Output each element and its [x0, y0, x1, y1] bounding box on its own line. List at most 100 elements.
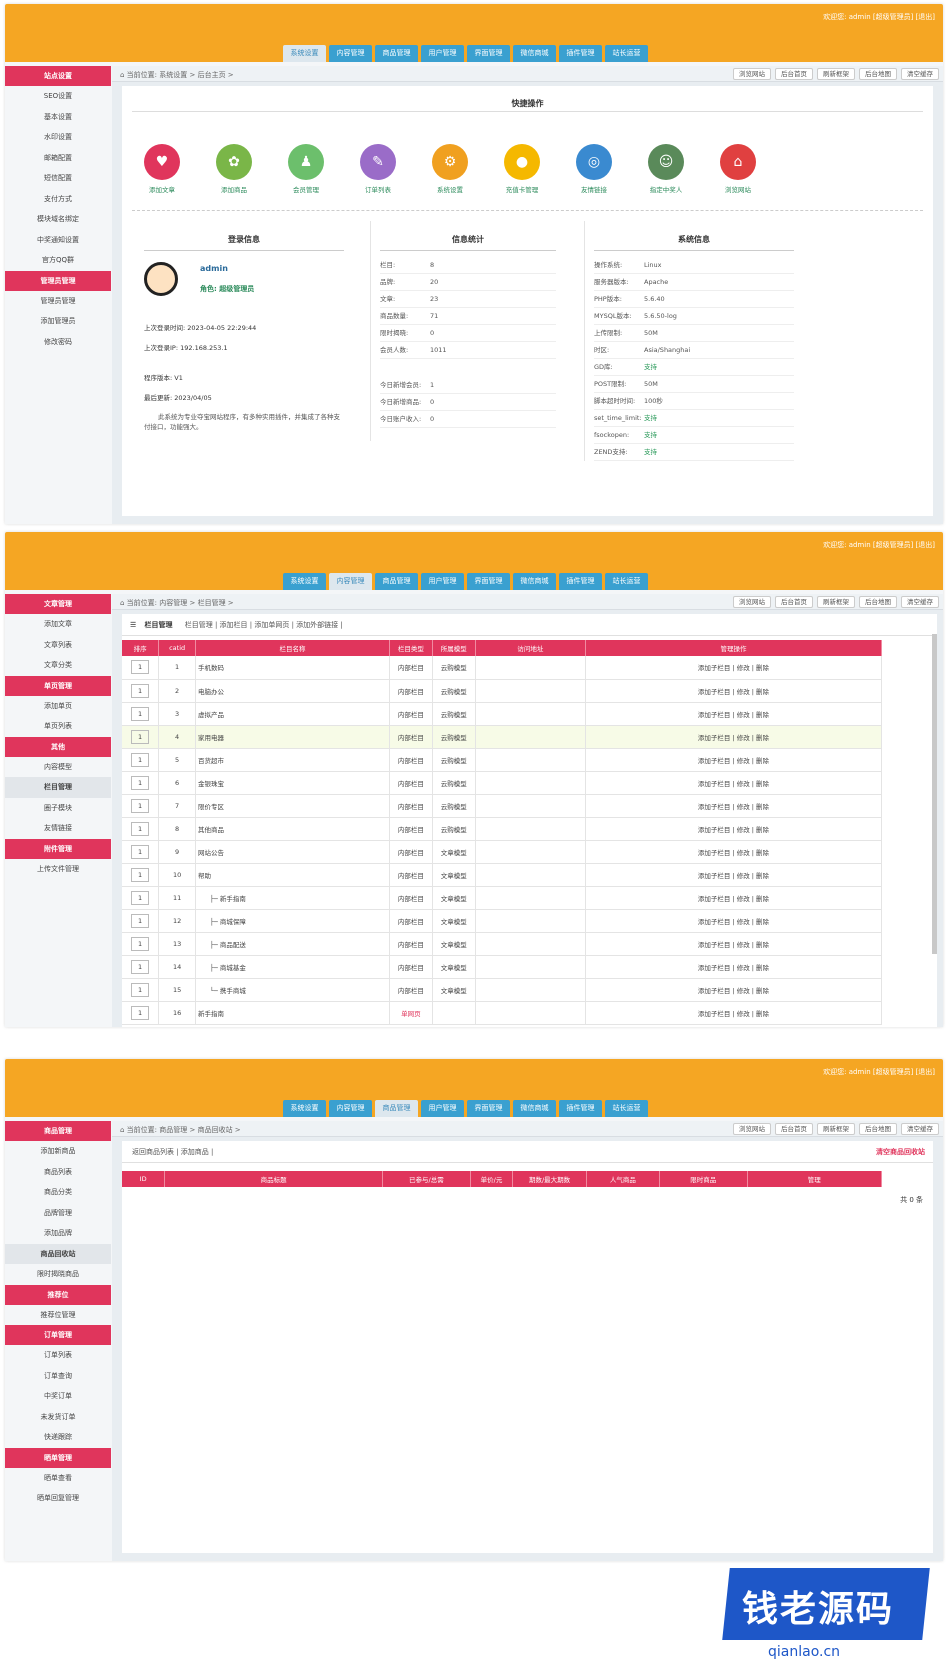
- recycle-links[interactable]: 返回商品列表 | 添加商品 |: [132, 1148, 213, 1156]
- sidebar-item-15[interactable]: 快递跟踪: [5, 1427, 111, 1448]
- tab-6[interactable]: 插件管理: [559, 573, 602, 590]
- ops-cell[interactable]: 添加子栏目 | 修改 | 删除: [585, 886, 883, 910]
- order-input[interactable]: 1: [131, 683, 150, 698]
- sidebar-item-5[interactable]: 短信配置: [5, 168, 111, 189]
- sidebar-section-0[interactable]: 商品管理: [5, 1121, 111, 1141]
- sidebar-item-8[interactable]: 内容模型: [5, 757, 111, 778]
- sidebar-section-0[interactable]: 站点设置: [5, 66, 111, 86]
- ops-cell[interactable]: 添加子栏目 | 修改 | 删除: [585, 863, 883, 887]
- sidebar-section-0[interactable]: 文章管理: [5, 594, 111, 614]
- order-input[interactable]: 1: [131, 913, 150, 928]
- tab-3[interactable]: 用户管理: [421, 573, 464, 590]
- sidebar-item-12[interactable]: 订单查询: [5, 1366, 111, 1387]
- tab-0[interactable]: 系统设置: [283, 573, 326, 590]
- tab-2[interactable]: 商品管理: [375, 1100, 418, 1117]
- tab-2[interactable]: 商品管理: [375, 45, 418, 62]
- sidebar-item-3[interactable]: 水印设置: [5, 127, 111, 148]
- sidebar-item-1[interactable]: 添加新商品: [5, 1141, 111, 1162]
- sidebar-item-6[interactable]: 支付方式: [5, 189, 111, 210]
- sidebar-item-11[interactable]: 订单列表: [5, 1345, 111, 1366]
- clear-recycle-button[interactable]: 清空商品回收站: [876, 1141, 925, 1163]
- sidebar-item-11[interactable]: 管理员管理: [5, 291, 111, 312]
- sidebar-section-8[interactable]: 推荐位: [5, 1284, 111, 1305]
- ops-cell[interactable]: 添加子栏目 | 修改 | 删除: [585, 978, 883, 1002]
- order-input[interactable]: 1: [131, 936, 150, 951]
- quick-button-2[interactable]: 刷新框架: [817, 1123, 855, 1135]
- sidebar-item-13[interactable]: 上传文件管理: [5, 859, 111, 880]
- sidebar-item-2[interactable]: 文章列表: [5, 635, 111, 656]
- order-input[interactable]: 1: [131, 821, 150, 836]
- quick-button-2[interactable]: 刷新框架: [817, 68, 855, 80]
- tab-1[interactable]: 内容管理: [329, 45, 372, 62]
- quick-button-0[interactable]: 浏览网站: [733, 1123, 771, 1135]
- quick-icon-1[interactable]: ✿ 添加商品: [214, 144, 254, 194]
- tab-4[interactable]: 界面管理: [467, 1100, 510, 1117]
- order-input[interactable]: 1: [131, 890, 150, 905]
- quick-icon-7[interactable]: ☺ 指定中奖人: [646, 144, 686, 194]
- sidebar-item-1[interactable]: SEO设置: [5, 86, 111, 107]
- ops-cell[interactable]: 添加子栏目 | 修改 | 删除: [585, 955, 883, 979]
- tab-6[interactable]: 插件管理: [559, 45, 602, 62]
- quick-button-3[interactable]: 后台地图: [859, 68, 897, 80]
- order-input[interactable]: 1: [131, 752, 150, 767]
- ops-cell[interactable]: 添加子栏目 | 修改 | 删除: [585, 748, 883, 772]
- sidebar-section-4[interactable]: 单页管理: [5, 675, 111, 696]
- quick-button-2[interactable]: 刷新框架: [817, 596, 855, 608]
- quick-button-3[interactable]: 后台地图: [859, 1123, 897, 1135]
- quick-icon-8[interactable]: ⌂ 浏览网站: [718, 144, 758, 194]
- quick-button-1[interactable]: 后台首页: [775, 596, 813, 608]
- ops-cell[interactable]: 添加子栏目 | 修改 | 删除: [585, 909, 883, 933]
- sidebar-item-8[interactable]: 中奖通知设置: [5, 230, 111, 251]
- sidebar-item-7[interactable]: 模块域名绑定: [5, 209, 111, 230]
- quick-button-1[interactable]: 后台首页: [775, 68, 813, 80]
- order-input[interactable]: 1: [131, 959, 150, 974]
- tab-4[interactable]: 界面管理: [467, 573, 510, 590]
- quick-button-4[interactable]: 清空缓存: [901, 68, 939, 80]
- quick-icon-6[interactable]: ◎ 友情链接: [574, 144, 614, 194]
- sidebar-item-6[interactable]: 商品回收站: [5, 1243, 111, 1264]
- sidebar-item-5[interactable]: 添加单页: [5, 696, 111, 717]
- tab-1[interactable]: 内容管理: [329, 573, 372, 590]
- tab-6[interactable]: 插件管理: [559, 1100, 602, 1117]
- sidebar-item-3[interactable]: 文章分类: [5, 655, 111, 676]
- sidebar-item-14[interactable]: 未发货订单: [5, 1407, 111, 1428]
- ops-cell[interactable]: 添加子栏目 | 修改 | 删除: [585, 725, 883, 749]
- quick-icon-2[interactable]: ♟ 会员管理: [286, 144, 326, 194]
- quick-button-4[interactable]: 清空缓存: [901, 1123, 939, 1135]
- quick-button-0[interactable]: 浏览网站: [733, 596, 771, 608]
- tab-5[interactable]: 微信商城: [513, 1100, 556, 1117]
- category-links[interactable]: 栏目管理 | 添加栏目 | 添加单网页 | 添加外部链接 |: [185, 621, 343, 629]
- order-input[interactable]: 1: [131, 706, 150, 721]
- tab-7[interactable]: 站长运营: [605, 573, 648, 590]
- ops-cell[interactable]: 添加子栏目 | 修改 | 删除: [585, 840, 883, 864]
- sidebar-item-2[interactable]: 基本设置: [5, 107, 111, 128]
- scrollbar[interactable]: [932, 634, 937, 954]
- sidebar-section-16[interactable]: 晒单管理: [5, 1447, 111, 1468]
- sidebar-item-13[interactable]: 修改密码: [5, 332, 111, 353]
- tab-2[interactable]: 商品管理: [375, 573, 418, 590]
- sidebar-section-10[interactable]: 管理员管理: [5, 270, 111, 291]
- tab-3[interactable]: 用户管理: [421, 45, 464, 62]
- sidebar-item-6[interactable]: 单页列表: [5, 716, 111, 737]
- tab-5[interactable]: 微信商城: [513, 573, 556, 590]
- sidebar-item-17[interactable]: 晒单查看: [5, 1468, 111, 1489]
- tab-3[interactable]: 用户管理: [421, 1100, 464, 1117]
- tab-0[interactable]: 系统设置: [283, 1100, 326, 1117]
- tab-7[interactable]: 站长运营: [605, 1100, 648, 1117]
- tab-4[interactable]: 界面管理: [467, 45, 510, 62]
- order-input[interactable]: 1: [131, 729, 150, 744]
- order-input[interactable]: 1: [131, 775, 150, 790]
- ops-cell[interactable]: 添加子栏目 | 修改 | 删除: [585, 817, 883, 841]
- order-input[interactable]: 1: [131, 982, 150, 997]
- ops-cell[interactable]: 添加子栏目 | 修改 | 删除: [585, 932, 883, 956]
- order-input[interactable]: 1: [131, 867, 150, 882]
- quick-icon-3[interactable]: ✎ 订单列表: [358, 144, 398, 194]
- sidebar-item-18[interactable]: 晒单回复管理: [5, 1488, 111, 1509]
- tab-7[interactable]: 站长运营: [605, 45, 648, 62]
- quick-icon-0[interactable]: ♥ 添加文章: [142, 144, 182, 194]
- tab-0[interactable]: 系统设置: [283, 45, 326, 62]
- tab-1[interactable]: 内容管理: [329, 1100, 372, 1117]
- order-input[interactable]: 1: [131, 798, 150, 813]
- sidebar-item-9[interactable]: 栏目管理: [5, 777, 111, 798]
- sidebar-item-5[interactable]: 添加品牌: [5, 1223, 111, 1244]
